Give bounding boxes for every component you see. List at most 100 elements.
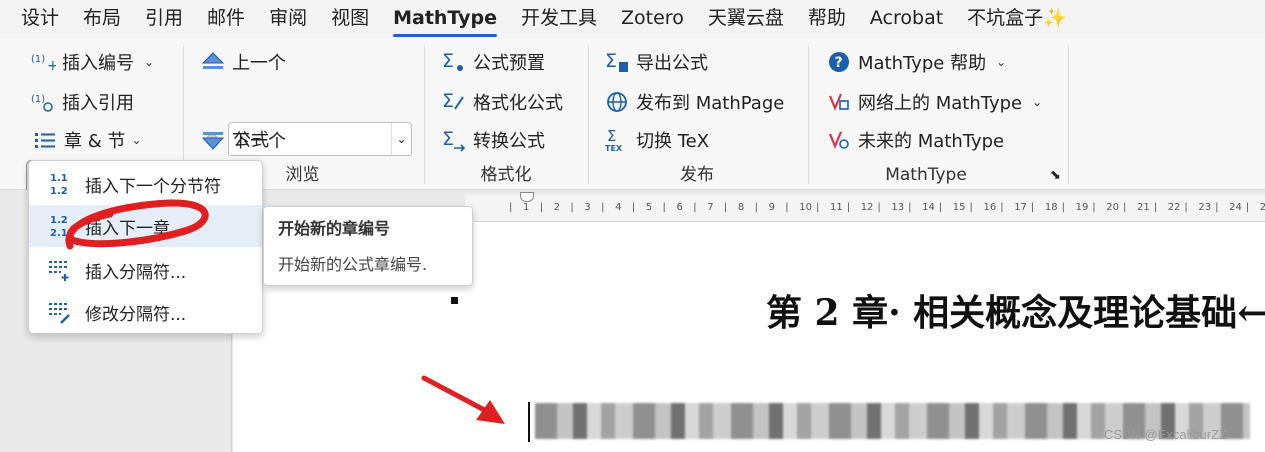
ruler-tick-label: 9 bbox=[768, 202, 775, 213]
next-label: 下一个 bbox=[232, 131, 286, 152]
ruler-tick-label: 15 bbox=[952, 202, 966, 213]
chevron-down-icon[interactable]: ⌄ bbox=[391, 123, 411, 155]
menu-item-modify-separator[interactable]: 修改分隔符... bbox=[29, 291, 262, 333]
menu-item-insert-next-section-break[interactable]: 1.1 1.2 插入下一个分节符 bbox=[29, 163, 262, 205]
ruler-tick-mark: | bbox=[1245, 202, 1250, 213]
svg-text:?: ? bbox=[835, 55, 843, 71]
ruler-tick-mark: | bbox=[1092, 202, 1096, 213]
ruler-tick-label: 25 bbox=[1259, 202, 1265, 213]
chevron-down-icon[interactable]: ⌄ bbox=[1032, 95, 1042, 109]
sigma-tex-icon: Σ TEX bbox=[604, 127, 630, 153]
mathtype-web-icon bbox=[826, 89, 852, 115]
modify-separator-icon bbox=[47, 298, 71, 326]
toggle-tex-label: 切换 TeX bbox=[636, 131, 710, 152]
ruler-tick-label: 11 bbox=[830, 202, 843, 213]
ruler-tick-label: 1 bbox=[523, 202, 530, 213]
mathtype-group-label: MathType bbox=[885, 165, 967, 185]
format-equations-label: 格式化公式 bbox=[473, 93, 563, 114]
tab-view[interactable]: 视图 bbox=[320, 0, 382, 38]
ruler-tick-label: 10 bbox=[799, 202, 813, 213]
ruler-tick-mark: | bbox=[1215, 202, 1219, 213]
chapter-section-label: 章 & 节 bbox=[64, 131, 126, 152]
ruler-tick-mark: | bbox=[908, 202, 912, 213]
sigma-format-icon: Σ bbox=[441, 89, 467, 115]
convert-equations-button[interactable]: Σ 转换公式 bbox=[441, 124, 545, 156]
tab-review[interactable]: 审阅 bbox=[258, 0, 320, 38]
svg-text:(1): (1) bbox=[31, 54, 45, 65]
ruler-tick-mark: | bbox=[754, 202, 758, 213]
ruler-tick-label: 18 bbox=[1044, 202, 1058, 213]
ruler-tick-label: 2 bbox=[553, 202, 561, 213]
next-arrow-icon bbox=[200, 127, 226, 153]
ruler-tick-label: 3 bbox=[584, 202, 591, 213]
group-divider bbox=[1068, 46, 1069, 184]
svg-text:2.1: 2.1 bbox=[50, 228, 68, 239]
svg-text:TEX: TEX bbox=[605, 144, 623, 153]
ruler-tick-label: 8 bbox=[737, 202, 745, 213]
chevron-down-icon[interactable]: ⌄ bbox=[996, 55, 1006, 69]
menu-item-label: 修改分隔符... bbox=[85, 304, 187, 325]
ruler-tick-mark: | bbox=[1184, 202, 1188, 213]
tab-developer[interactable]: 开发工具 bbox=[510, 0, 610, 38]
export-equations-button[interactable]: Σ 导出公式 bbox=[604, 46, 708, 78]
dialog-launcher-icon[interactable]: ⬊ bbox=[1050, 166, 1061, 184]
tab-references[interactable]: 引用 bbox=[134, 0, 196, 38]
ruler-tick-mark: | bbox=[1153, 202, 1158, 213]
mathtype-help-button[interactable]: ? MathType 帮助 ⌄ bbox=[826, 46, 1006, 78]
svg-text:Σ: Σ bbox=[442, 50, 454, 72]
tab-mathtype[interactable]: MathType bbox=[382, 0, 510, 38]
ruler-tick-label: 22 bbox=[1167, 202, 1181, 213]
equation-preset-button[interactable]: Σ 公式预置 bbox=[441, 46, 545, 78]
previous-arrow-icon bbox=[200, 49, 226, 75]
tab-tianyi-cloud[interactable]: 天翼云盘 bbox=[697, 0, 797, 38]
sigma-export-icon: Σ bbox=[604, 49, 630, 75]
svg-text:(1): (1) bbox=[31, 94, 45, 105]
toggle-tex-button[interactable]: Σ TEX 切换 TeX bbox=[604, 124, 709, 156]
chapter-section-menu: 1.1 1.2 插入下一个分节符 1.2 2.1 插入下一章 插入分隔符... 修改… bbox=[28, 160, 263, 334]
mathtype-web-button[interactable]: 网络上的 MathType ⌄ bbox=[826, 86, 1042, 118]
previous-label: 上一个 bbox=[232, 53, 286, 74]
next-button[interactable]: 下一个 bbox=[200, 124, 286, 156]
group-divider bbox=[588, 46, 589, 184]
ruler-tick-mark: | bbox=[693, 202, 697, 213]
globe-icon bbox=[604, 89, 630, 115]
previous-button[interactable]: 上一个 bbox=[200, 46, 286, 78]
chevron-down-icon[interactable]: ⌄ bbox=[144, 55, 154, 69]
tab-acrobat[interactable]: Acrobat bbox=[859, 0, 956, 38]
ruler-tick-label: 12 bbox=[860, 202, 874, 213]
chapter-section-button[interactable]: 章 & 节 ⌄ bbox=[32, 124, 142, 156]
tab-design[interactable]: 设计 bbox=[10, 0, 72, 38]
ruler-tick-mark: | bbox=[969, 202, 973, 213]
tab-zotero[interactable]: Zotero bbox=[610, 0, 697, 38]
publish-mathpage-button[interactable]: 发布到 MathPage bbox=[604, 86, 784, 118]
tab-mailings[interactable]: 邮件 bbox=[196, 0, 258, 38]
menu-item-insert-separator[interactable]: 插入分隔符... bbox=[29, 249, 262, 291]
horizontal-ruler[interactable]: 1 | 2 | 3 | 4 | 5 | 6 | 7 | 8 | 9 | 10 | 11 | 12 | 13 | 14 | 15 | 16 | 1… bbox=[465, 192, 1265, 222]
mathtype-future-button[interactable]: 未来的 MathType bbox=[826, 124, 1004, 156]
ruler-tick-label: 6 bbox=[676, 202, 683, 213]
ruler-tick-mark: | bbox=[816, 202, 820, 213]
tab-bukeng-box[interactable]: 不坑盒子✨ bbox=[956, 0, 1080, 38]
chapter-heading[interactable]: 第 2 章· 相关概念及理论基础← bbox=[766, 284, 1265, 336]
section-break-icon: 1.1 1.2 bbox=[47, 170, 71, 198]
mathtype-help-label: MathType 帮助 bbox=[858, 53, 987, 74]
convert-equations-label: 转换公式 bbox=[473, 131, 545, 152]
ruler-tick-label: 24 bbox=[1229, 202, 1242, 213]
indent-marker-icon[interactable] bbox=[520, 192, 534, 202]
sigma-convert-icon: Σ bbox=[441, 127, 467, 153]
insert-reference-label: 插入引用 bbox=[62, 93, 134, 114]
ruler-tick-label: 21 bbox=[1137, 202, 1150, 213]
ruler-tick-mark: | bbox=[1123, 202, 1127, 213]
svg-text:Σ: Σ bbox=[605, 50, 617, 72]
tab-layout[interactable]: 布局 bbox=[72, 0, 134, 38]
tab-help[interactable]: 帮助 bbox=[797, 0, 859, 38]
svg-text:+: + bbox=[47, 58, 56, 74]
svg-text:1.2: 1.2 bbox=[50, 215, 68, 226]
insert-reference-button[interactable]: (1) 插入引用 bbox=[30, 86, 134, 118]
ruler-tick-mark: | bbox=[723, 202, 728, 213]
format-equations-button[interactable]: Σ 格式化公式 bbox=[441, 86, 563, 118]
menu-item-insert-next-chapter[interactable]: 1.2 2.1 插入下一章 bbox=[29, 205, 262, 247]
list-icon bbox=[32, 127, 58, 153]
insert-separator-icon bbox=[47, 256, 71, 284]
insert-number-button[interactable]: (1) + 插入编号 ⌄ bbox=[30, 46, 154, 78]
